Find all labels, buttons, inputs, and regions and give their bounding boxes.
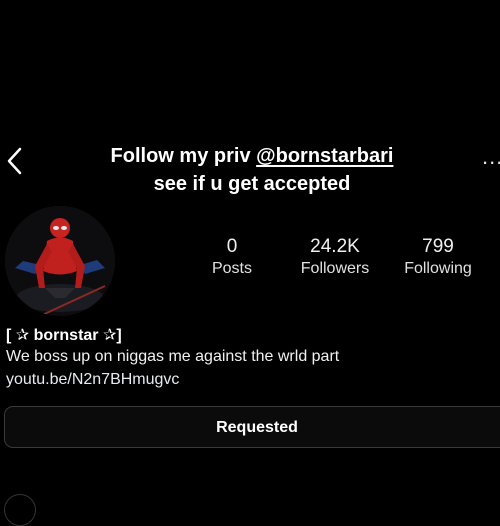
mention-handle[interactable]: @bornstarbari [256, 145, 393, 167]
bio-link[interactable]: youtu.be/N2n7BHmugvc [6, 371, 179, 389]
profile-name: [ ✰ bornstar ✰] [6, 327, 122, 344]
stat-followers[interactable]: 24.2K Followers [285, 236, 385, 280]
back-chevron-icon[interactable] [6, 146, 24, 176]
followers-label: Followers [300, 260, 370, 277]
story-caption: Follow my priv @bornstarbari see if u ge… [72, 142, 432, 198]
stat-posts: 0 Posts [182, 236, 282, 280]
caption-prefix: Follow my priv [110, 145, 257, 167]
followers-count: 24.2K [310, 236, 360, 257]
following-label: Following [404, 260, 472, 277]
posts-count: 0 [226, 236, 238, 257]
caption-line-1: Follow my priv @bornstarbari [72, 142, 432, 170]
more-options-icon[interactable]: ... [482, 147, 500, 167]
following-count: 799 [422, 236, 454, 257]
requested-button[interactable]: Requested [4, 406, 500, 448]
highlight-circle[interactable] [4, 494, 36, 526]
spiderman-avatar-icon [5, 206, 115, 316]
bio-text: We boss up on niggas me against the wrld… [6, 348, 340, 365]
caption-line-2: see if u get accepted [153, 173, 351, 195]
stat-following[interactable]: 799 Following [388, 236, 488, 280]
posts-label: Posts [211, 260, 252, 277]
avatar[interactable] [5, 206, 115, 316]
